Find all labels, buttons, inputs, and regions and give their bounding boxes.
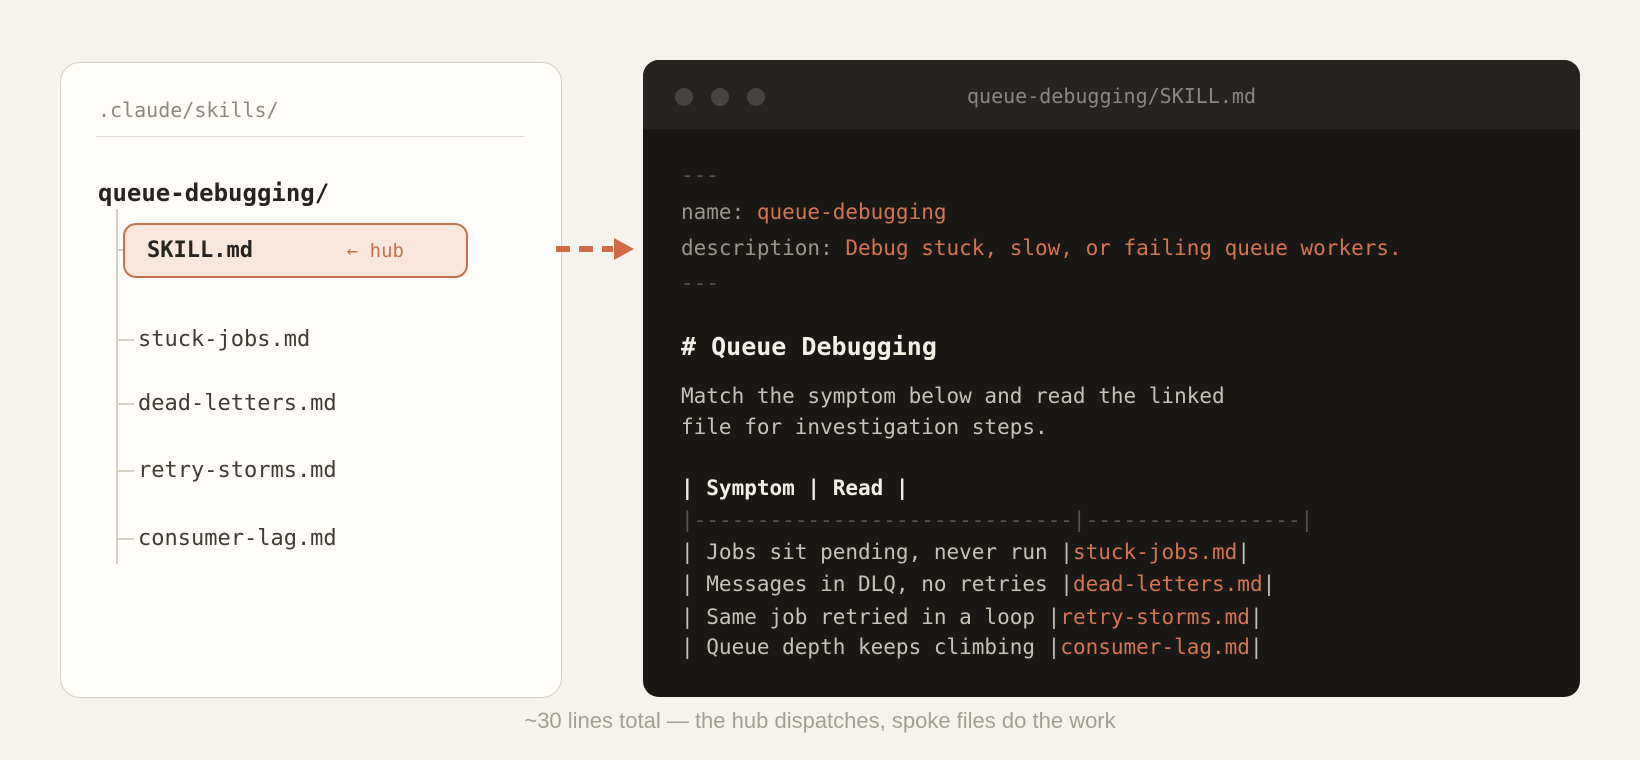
file-tree-card: .claude/skills/ queue-debugging/ SKILL.m…	[60, 62, 562, 698]
name-label: name:	[681, 200, 757, 224]
caption-text: ~30 lines total — the hub dispatches, sp…	[0, 706, 1640, 736]
row-end-pipe: |	[1263, 572, 1276, 596]
markdown-heading: # Queue Debugging	[681, 326, 937, 368]
terminal-window: queue-debugging/SKILL.md --- name: queue…	[643, 60, 1580, 697]
tree-branch	[116, 470, 134, 472]
symptom-cell: | Queue depth keeps climbing |	[681, 635, 1060, 659]
description-label: description:	[681, 236, 845, 260]
read-file-link: dead-letters.md	[1073, 572, 1263, 596]
hub-arrow-icon	[550, 237, 636, 261]
table-row: | Messages in DLQ, no retries |dead-lett…	[681, 568, 1275, 600]
read-file-link: stuck-jobs.md	[1073, 540, 1237, 564]
root-path-label: .claude/skills/	[98, 96, 279, 124]
tree-branch	[116, 339, 134, 341]
spoke-file-stuck-jobs[interactable]: stuck-jobs.md	[138, 326, 310, 354]
symptom-cell: | Same job retried in a loop |	[681, 605, 1060, 629]
spoke-file-consumer-lag[interactable]: consumer-lag.md	[138, 525, 337, 553]
intro-text-line: Match the symptom below and read the lin…	[681, 380, 1225, 412]
table-row: | Same job retried in a loop |retry-stor…	[681, 601, 1263, 633]
table-header-row: | Symptom | Read |	[681, 472, 909, 504]
frontmatter-delimiter: ---	[681, 159, 719, 191]
row-end-pipe: |	[1237, 540, 1250, 564]
name-value: queue-debugging	[757, 200, 947, 224]
frontmatter-description-line: description: Debug stuck, slow, or faili…	[681, 232, 1402, 264]
tree-branch	[116, 538, 134, 540]
card-divider	[96, 136, 524, 137]
hub-tag-label: ← hub	[347, 240, 404, 262]
table-separator-row: |------------------------------|--------…	[681, 504, 1313, 536]
tree-branch	[116, 403, 134, 405]
read-file-link: retry-storms.md	[1060, 605, 1250, 629]
hub-file-skill-md[interactable]: SKILL.md ← hub	[123, 223, 468, 278]
read-file-link: consumer-lag.md	[1060, 635, 1250, 659]
table-row: | Jobs sit pending, never run |stuck-job…	[681, 536, 1250, 568]
symptom-cell: | Jobs sit pending, never run |	[681, 540, 1073, 564]
terminal-title: queue-debugging/SKILL.md	[643, 84, 1580, 108]
table-row: | Queue depth keeps climbing |consumer-l…	[681, 631, 1263, 663]
frontmatter-name-line: name: queue-debugging	[681, 196, 947, 228]
skill-hub-illustration: .claude/skills/ queue-debugging/ SKILL.m…	[0, 0, 1640, 760]
intro-text-line: file for investigation steps.	[681, 411, 1048, 443]
row-end-pipe: |	[1250, 635, 1263, 659]
frontmatter-delimiter: ---	[681, 267, 719, 299]
tree-line	[116, 209, 118, 564]
description-value: Debug stuck, slow, or failing queue work…	[845, 236, 1401, 260]
symptom-cell: | Messages in DLQ, no retries |	[681, 572, 1073, 596]
terminal-titlebar: queue-debugging/SKILL.md	[643, 60, 1580, 129]
spoke-file-dead-letters[interactable]: dead-letters.md	[138, 390, 337, 418]
directory-label: queue-debugging/	[98, 176, 329, 210]
spoke-file-retry-storms[interactable]: retry-storms.md	[138, 457, 337, 485]
hub-file-name: SKILL.md	[147, 238, 253, 263]
row-end-pipe: |	[1250, 605, 1263, 629]
